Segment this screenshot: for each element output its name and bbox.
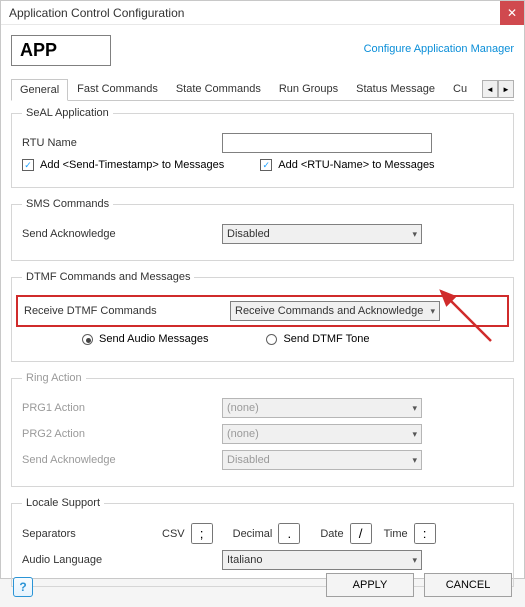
- date-label: Date: [320, 528, 343, 540]
- tab-scroll: ◄ ►: [482, 78, 514, 100]
- send-dtmf-tone-label: Send DTMF Tone: [283, 333, 369, 345]
- sms-sendack-combo[interactable]: Disabled ▾: [222, 224, 422, 244]
- seal-application-group: SeAL Application RTU Name ✓ Add <Send-Ti…: [11, 107, 514, 188]
- prg2-action-label: PRG2 Action: [22, 428, 222, 440]
- audio-language-label: Audio Language: [22, 554, 222, 566]
- send-dtmf-tone-radio[interactable]: Send DTMF Tone: [266, 333, 369, 345]
- add-send-timestamp-label: Add <Send-Timestamp> to Messages: [40, 159, 224, 171]
- tabstrip: General Fast Commands State Commands Run…: [11, 78, 514, 101]
- tab-more-truncated[interactable]: Cu: [444, 78, 476, 100]
- close-button[interactable]: ✕: [500, 1, 524, 25]
- window-title: Application Control Configuration: [1, 6, 184, 20]
- tab-status-message[interactable]: Status Message: [347, 78, 444, 100]
- tab-state-commands[interactable]: State Commands: [167, 78, 270, 100]
- prg1-action-label: PRG1 Action: [22, 402, 222, 414]
- chevron-down-icon: ▾: [412, 229, 417, 240]
- sms-legend: SMS Commands: [22, 198, 113, 210]
- receive-dtmf-label: Receive DTMF Commands: [24, 305, 230, 317]
- add-rtu-name-label: Add <RTU-Name> to Messages: [278, 159, 434, 171]
- apply-button[interactable]: APPLY: [326, 573, 414, 597]
- ring-sendack-combo: Disabled ▾: [222, 450, 422, 470]
- dtmf-commands-group: DTMF Commands and Messages Receive DTMF …: [11, 271, 514, 362]
- app-code-box: APP: [11, 35, 111, 66]
- config-dialog: Application Control Configuration ✕ APP …: [0, 0, 525, 579]
- ring-sendack-label: Send Acknowledge: [22, 454, 222, 466]
- tab-run-groups[interactable]: Run Groups: [270, 78, 347, 100]
- time-input[interactable]: [414, 523, 436, 544]
- receive-dtmf-combo[interactable]: Receive Commands and Acknowledge ▾: [230, 301, 440, 321]
- tab-scroll-left-button[interactable]: ◄: [482, 80, 498, 98]
- configure-app-manager-link[interactable]: Configure Application Manager: [364, 43, 514, 55]
- tab-scroll-right-button[interactable]: ►: [498, 80, 514, 98]
- dtmf-legend: DTMF Commands and Messages: [22, 271, 194, 283]
- audio-language-combo[interactable]: Italiano ▾: [222, 550, 422, 570]
- add-send-timestamp-checkbox[interactable]: ✓ Add <Send-Timestamp> to Messages: [22, 159, 224, 171]
- help-button[interactable]: ?: [13, 577, 33, 597]
- send-audio-messages-radio[interactable]: Send Audio Messages: [82, 333, 208, 345]
- decimal-input[interactable]: [278, 523, 300, 544]
- chevron-down-icon: ▾: [412, 555, 417, 566]
- cancel-button[interactable]: CANCEL: [424, 573, 512, 597]
- prg1-action-combo: (none) ▾: [222, 398, 422, 418]
- decimal-label: Decimal: [233, 528, 273, 540]
- chevron-down-icon: ▾: [412, 429, 417, 440]
- date-input[interactable]: [350, 523, 372, 544]
- sms-commands-group: SMS Commands Send Acknowledge Disabled ▾: [11, 198, 514, 261]
- ring-legend: Ring Action: [22, 372, 86, 384]
- chevron-down-icon: ▾: [430, 306, 435, 317]
- seal-legend: SeAL Application: [22, 107, 113, 119]
- highlight-box: Receive DTMF Commands Receive Commands a…: [16, 295, 509, 327]
- sms-sendack-label: Send Acknowledge: [22, 228, 222, 240]
- prg2-action-combo: (none) ▾: [222, 424, 422, 444]
- ring-action-group: Ring Action PRG1 Action (none) ▾ PRG2 Ac…: [11, 372, 514, 487]
- locale-legend: Locale Support: [22, 497, 104, 509]
- add-rtu-name-checkbox[interactable]: ✓ Add <RTU-Name> to Messages: [260, 159, 434, 171]
- chevron-down-icon: ▾: [412, 403, 417, 414]
- chevron-down-icon: ▾: [412, 455, 417, 466]
- tab-general[interactable]: General: [11, 79, 68, 101]
- csv-label: CSV: [162, 528, 185, 540]
- rtu-name-input[interactable]: [222, 133, 432, 153]
- tab-fast-commands[interactable]: Fast Commands: [68, 78, 167, 100]
- time-label: Time: [384, 528, 408, 540]
- separators-label: Separators: [22, 528, 162, 540]
- send-audio-messages-label: Send Audio Messages: [99, 333, 208, 345]
- csv-input[interactable]: [191, 523, 213, 544]
- rtu-name-label: RTU Name: [22, 137, 222, 149]
- titlebar: Application Control Configuration ✕: [1, 1, 524, 25]
